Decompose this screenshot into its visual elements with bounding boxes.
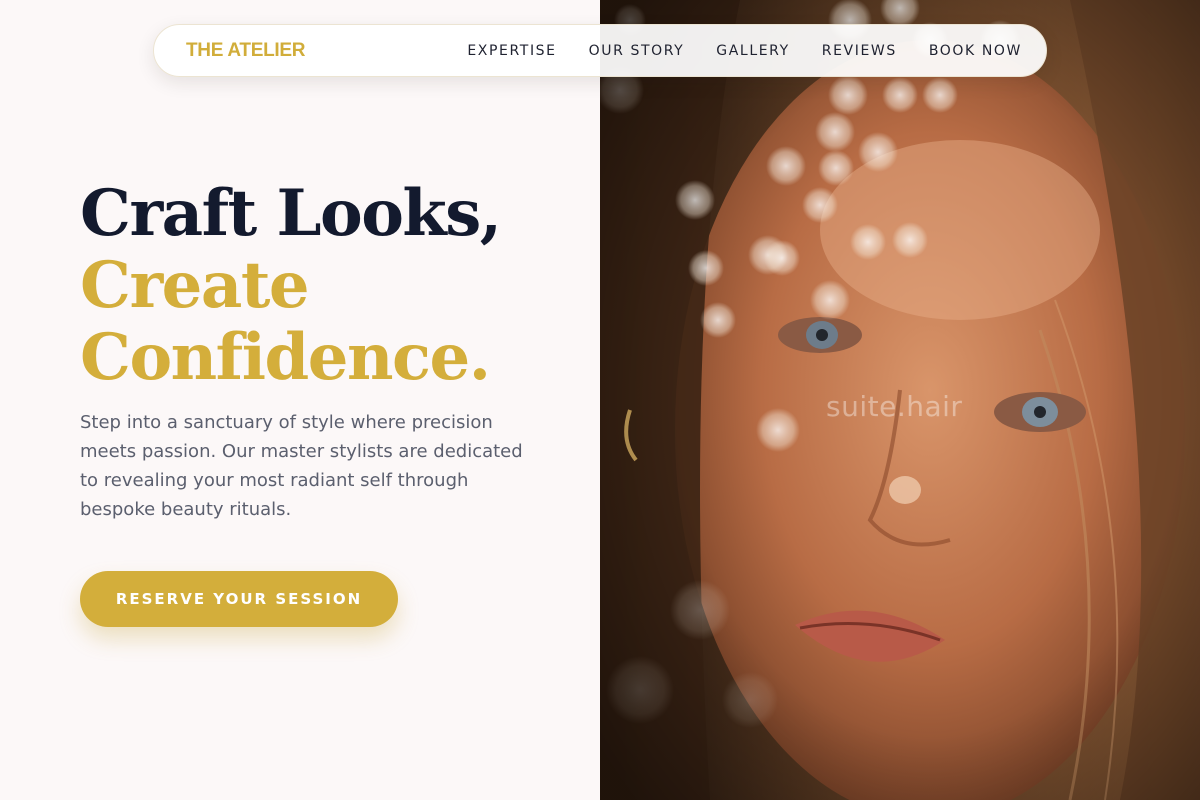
hero-headline: Craft Looks, Create Confidence.: [80, 178, 580, 394]
reserve-session-button[interactable]: RESERVE YOUR SESSION: [80, 571, 398, 627]
nav-link-expertise[interactable]: EXPERTISE: [467, 43, 556, 59]
hero-description: Step into a sanctuary of style where pre…: [80, 412, 523, 520]
nav-link-reviews[interactable]: REVIEWS: [822, 43, 897, 59]
headline-line-1: Craft Looks,: [80, 176, 502, 251]
headline-line-3: Confidence.: [80, 320, 491, 395]
nav-links: EXPERTISE OUR STORY GALLERY REVIEWS BOOK…: [467, 43, 1022, 59]
nav-link-our-story[interactable]: OUR STORY: [589, 43, 685, 59]
top-navigation: THE ATELIER EXPERTISE OUR STORY GALLERY …: [153, 24, 1047, 77]
hero-section: Craft Looks, Create Confidence. Step int…: [80, 178, 580, 524]
nav-link-book-now[interactable]: BOOK NOW: [929, 43, 1022, 59]
nav-link-gallery[interactable]: GALLERY: [716, 43, 789, 59]
brand-logo[interactable]: THE ATELIER: [186, 40, 305, 62]
watermark-text: suite.hair: [826, 390, 963, 423]
headline-line-2: Create: [80, 248, 310, 323]
hero-image: suite.hair: [600, 0, 1200, 800]
